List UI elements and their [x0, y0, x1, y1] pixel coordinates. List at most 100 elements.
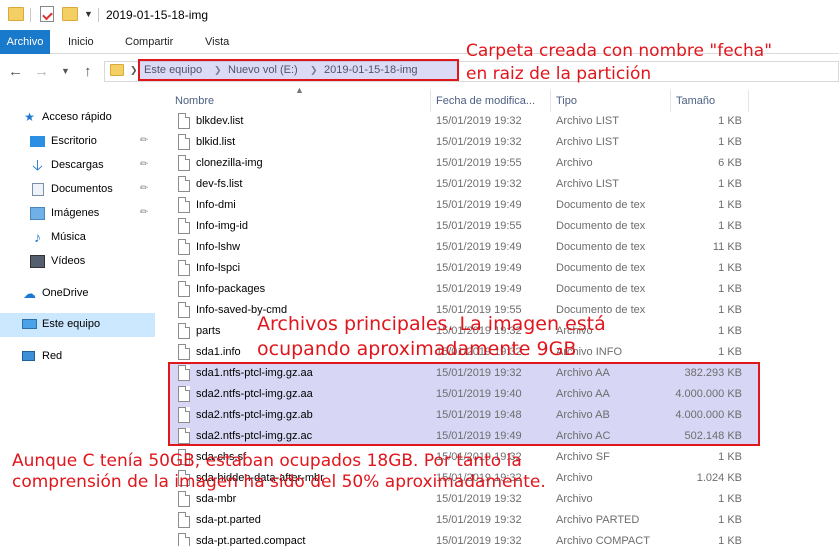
file-row[interactable]: Info-lshw 15/01/2019 19:49 Documento de te… [170, 237, 750, 258]
column-divider[interactable] [748, 90, 749, 112]
sidebar-item-label: Escritorio [51, 135, 97, 147]
file-row[interactable]: sda-pt.parted 15/01/2019 19:32 Archivo PAR… [170, 510, 750, 531]
tab-vista[interactable]: Vista [199, 30, 235, 54]
file-size: 1 KB [718, 178, 742, 190]
sidebar-item-imagenes[interactable]: Imágenes ✏ [0, 202, 155, 226]
file-date: 15/01/2019 19:32 [436, 493, 522, 505]
pin-icon[interactable]: ✏ [140, 183, 148, 194]
sidebar-item-onedrive[interactable]: ☁ OneDrive [0, 282, 155, 306]
videos-icon [30, 255, 45, 268]
forward-arrow-icon[interactable]: → [34, 63, 49, 80]
sidebar-item-escritorio[interactable]: Escritorio ✏ [0, 130, 155, 154]
file-icon [178, 365, 190, 381]
file-row[interactable]: sda1.ntfs-ptcl-img.gz.aa 15/01/2019 19:32… [170, 363, 750, 384]
sidebar-item-label: Red [42, 350, 63, 362]
file-row[interactable]: Info-packages 15/01/2019 19:49 Documento d… [170, 279, 750, 300]
annotation-main-files-line1: Archivos principales. La imagen está [257, 313, 606, 335]
file-date: 15/01/2019 19:49 [436, 262, 522, 274]
file-icon [178, 428, 190, 444]
file-date: 15/01/2019 19:32 [436, 115, 522, 127]
window-title: 2019-01-15-18-img [106, 8, 209, 22]
pin-icon[interactable]: ✏ [140, 207, 148, 218]
tab-archivo[interactable]: Archivo [0, 30, 50, 54]
file-name: blkdev.list [196, 115, 244, 127]
file-type: Archivo LIST [556, 178, 619, 190]
cloud-icon: ☁ [23, 286, 36, 301]
file-row[interactable]: Info-img-id 15/01/2019 19:55 Documento de … [170, 216, 750, 237]
file-size: 1.024 KB [696, 472, 742, 484]
file-name: blkid.list [196, 136, 236, 148]
file-icon [178, 218, 190, 234]
sidebar-item-label: Acceso rápido [42, 111, 112, 123]
sidebar-item-acceso-rapido[interactable]: ★ Acceso rápido [0, 106, 155, 130]
file-row[interactable]: sda2.ntfs-ptcl-img.gz.ac 15/01/2019 19:49… [170, 426, 750, 447]
back-arrow-icon[interactable]: ← [8, 63, 23, 80]
annotation-compression-line1: Aunque C tenía 50GB, estaban ocupados 18… [12, 451, 522, 471]
properties-icon[interactable] [40, 6, 54, 22]
file-row[interactable]: blkdev.list 15/01/2019 19:32 Archivo LIST 1… [170, 111, 750, 132]
sort-ascending-icon: ▲ [295, 85, 304, 95]
file-icon [178, 407, 190, 423]
sidebar-item-videos[interactable]: Vídeos [0, 250, 155, 274]
column-divider[interactable] [670, 90, 671, 112]
file-type: Archivo AA [556, 388, 610, 400]
recent-locations-chevron-icon[interactable]: ▼ [61, 66, 70, 76]
file-icon [178, 281, 190, 297]
star-icon: ★ [24, 110, 35, 124]
file-name: Info-img-id [196, 220, 248, 232]
file-icon [178, 491, 190, 507]
file-row[interactable]: sda2.ntfs-ptcl-img.gz.ab 15/01/2019 19:48… [170, 405, 750, 426]
file-row[interactable]: Info-lspci 15/01/2019 19:49 Documento de t… [170, 258, 750, 279]
sidebar-item-este-equipo[interactable]: Este equipo [0, 313, 155, 337]
file-date: 15/01/2019 19:55 [436, 157, 522, 169]
file-date: 15/01/2019 19:40 [436, 388, 522, 400]
file-icon [178, 533, 190, 546]
pin-icon[interactable]: ✏ [140, 159, 148, 170]
sidebar-item-red[interactable]: Red [0, 345, 155, 369]
desktop-icon [30, 136, 45, 147]
file-date: 15/01/2019 19:49 [436, 241, 522, 253]
file-size: 1 KB [718, 304, 742, 316]
file-size: 1 KB [718, 136, 742, 148]
tab-compartir[interactable]: Compartir [119, 30, 179, 54]
file-row[interactable]: dev-fs.list 15/01/2019 19:32 Archivo LIST 1… [170, 174, 750, 195]
pin-icon[interactable]: ✏ [140, 135, 148, 146]
network-icon [22, 351, 35, 361]
sidebar-item-label: Documentos [51, 183, 113, 195]
file-icon [178, 512, 190, 528]
column-divider[interactable] [550, 90, 551, 112]
file-name: sda1.info [196, 346, 241, 358]
file-type: Archivo COMPACT [556, 535, 650, 546]
sidebar-item-documentos[interactable]: Documentos ✏ [0, 178, 155, 202]
file-icon [178, 323, 190, 339]
file-row[interactable]: sda-pt.parted.compact 15/01/2019 19:32 Arc… [170, 531, 750, 546]
pictures-icon [30, 207, 45, 220]
tab-inicio[interactable]: Inicio [62, 30, 100, 54]
file-row[interactable]: Info-dmi 15/01/2019 19:49 Documento de tex… [170, 195, 750, 216]
file-row[interactable]: sda2.ntfs-ptcl-img.gz.aa 15/01/2019 19:40… [170, 384, 750, 405]
sidebar-item-descargas[interactable]: 🡣 Descargas ✏ [0, 154, 155, 178]
column-header-size[interactable]: Tamaño [676, 95, 715, 107]
file-row[interactable]: blkid.list 15/01/2019 19:32 Archivo LIST 1 … [170, 132, 750, 153]
column-header-date[interactable]: Fecha de modifica... [436, 95, 535, 107]
sidebar-item-musica[interactable]: ♪ Música [0, 226, 155, 250]
file-row[interactable]: sda-mbr 15/01/2019 19:32 Archivo 1 KB [170, 489, 750, 510]
sidebar-item-label: Este equipo [42, 318, 101, 330]
file-type: Archivo LIST [556, 136, 619, 148]
column-divider[interactable] [430, 90, 431, 112]
file-row[interactable]: clonezilla-img 15/01/2019 19:55 Archivo 6 K… [170, 153, 750, 174]
file-name: sda2.ntfs-ptcl-img.gz.ab [196, 409, 313, 421]
new-folder-icon[interactable] [62, 7, 78, 21]
column-header-type[interactable]: Tipo [556, 95, 577, 107]
file-size: 1 KB [718, 535, 742, 546]
breadcrumb-chevron-icon[interactable]: ❯ [130, 65, 138, 76]
up-arrow-icon[interactable]: ↑ [84, 63, 92, 80]
file-size: 1 KB [718, 346, 742, 358]
annotation-folder-line1: Carpeta creada con nombre "fecha" [466, 41, 773, 61]
file-size: 4.000.000 KB [675, 388, 742, 400]
column-header-name[interactable]: Nombre [175, 95, 214, 107]
chevron-down-icon[interactable]: ▼ [84, 9, 93, 19]
documents-icon [32, 183, 44, 196]
file-name: sda2.ntfs-ptcl-img.gz.ac [196, 430, 313, 442]
file-size: 1 KB [718, 220, 742, 232]
